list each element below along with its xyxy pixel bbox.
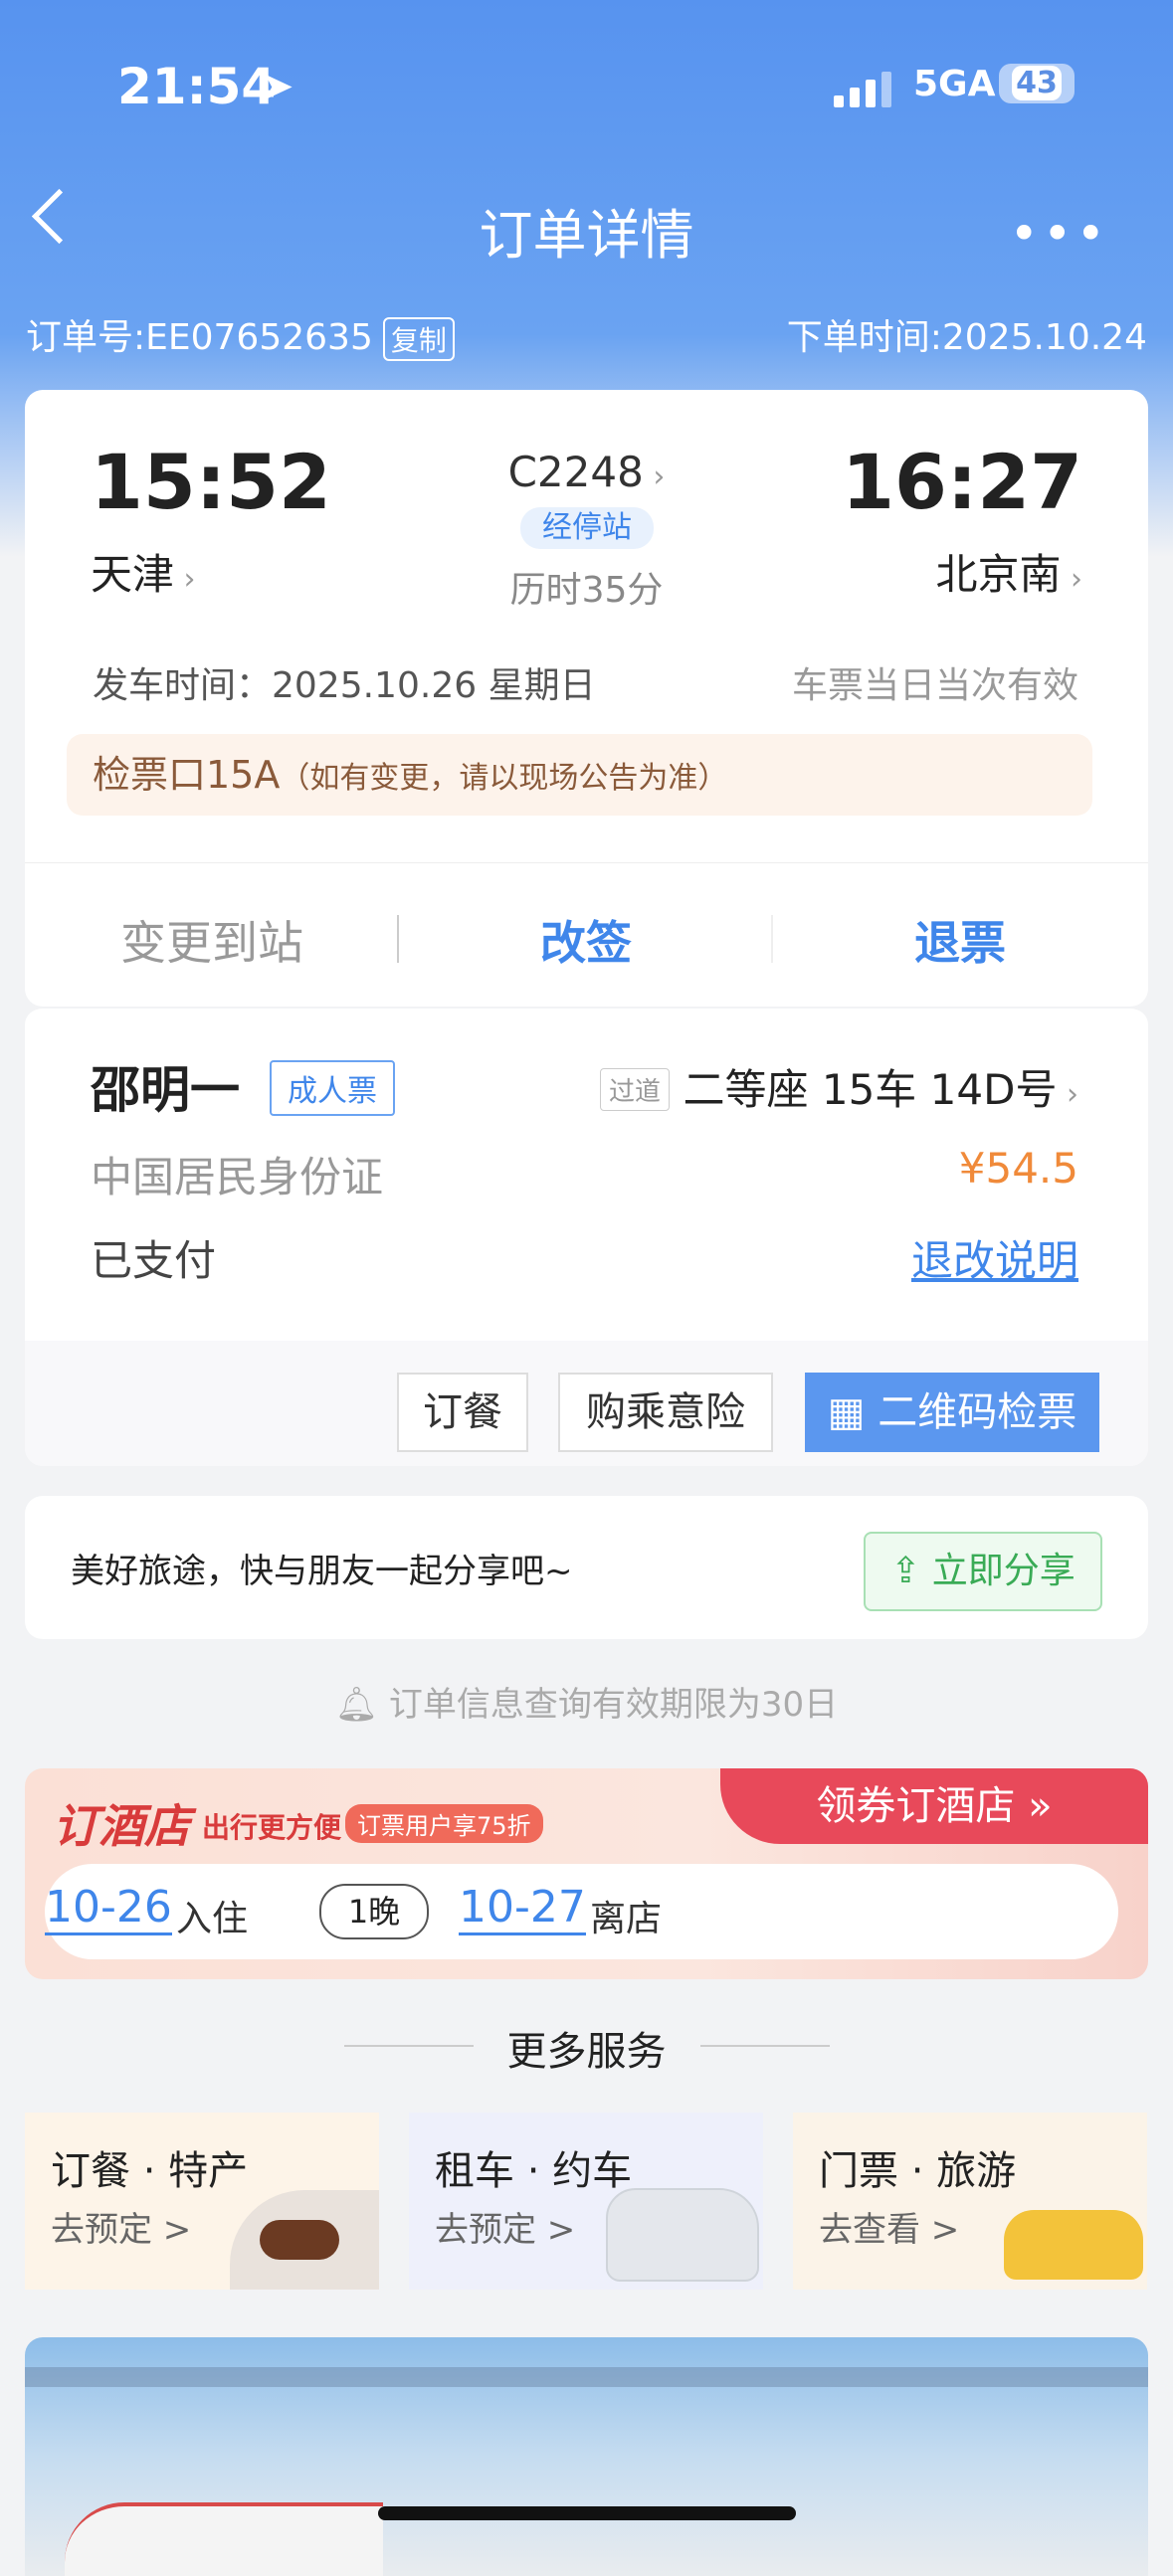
service-title: 租车 · 约车 xyxy=(435,2148,633,2194)
qr-checkin-label: 二维码检票 xyxy=(878,1389,1077,1435)
order-number-text: 订单号:EE07652635 xyxy=(26,317,373,358)
qr-checkin-button[interactable]: ▦ 二维码检票 xyxy=(805,1373,1099,1452)
validity-notice: 🔔︎ 订单信息查询有效期限为30日 xyxy=(0,1677,1173,1726)
ticket-type-badge: 成人票 xyxy=(270,1060,395,1116)
station-roof xyxy=(25,2367,1148,2387)
meal-button[interactable]: 订餐 xyxy=(397,1373,528,1452)
battery-icon: 43 xyxy=(999,64,1075,103)
duration: 历时35分 xyxy=(509,570,664,611)
more-services-title: 更多服务 xyxy=(506,2029,667,2075)
network-label: 5GA xyxy=(913,64,996,104)
page-title: 订单详情 xyxy=(479,204,694,267)
clock: 21:54 xyxy=(117,58,277,115)
refund-rules-link[interactable]: 退改说明 xyxy=(911,1227,1078,1288)
validity-note: 车票当日当次有效 xyxy=(791,665,1078,706)
gate-note: （如有变更，请以现场公告为准） xyxy=(280,761,728,796)
service-meal[interactable]: 订餐 · 特产 去预定 > xyxy=(25,2113,379,2290)
share-button-label: 立即分享 xyxy=(931,1551,1075,1591)
service-title: 订餐 · 特产 xyxy=(51,2148,249,2194)
seat-info[interactable]: 二等座 15车 14D号 › xyxy=(684,1056,1078,1117)
divider xyxy=(700,2045,830,2047)
qr-code-icon: ▦ xyxy=(827,1389,879,1435)
battery-level: 43 xyxy=(1012,66,1062,100)
seat-label: 二等座 15车 14D号 xyxy=(683,1065,1058,1114)
chevron-right-icon: › xyxy=(1057,1077,1078,1112)
ticket-price: ¥54.5 xyxy=(958,1144,1078,1193)
service-link: 去查看 > xyxy=(819,2210,960,2250)
trip-actions: 变更到站 改签 退票 xyxy=(25,862,1148,1008)
checkout-date[interactable]: 10-27 xyxy=(459,1882,586,1935)
hotel-banner[interactable]: 订酒店 出行更方便 订票用户享75折 领券订酒店 » 10-26 入住 1晚 1… xyxy=(25,1768,1148,1979)
service-link: 去预定 > xyxy=(51,2210,192,2250)
gate-label: 检票口15A xyxy=(93,753,281,797)
stops-button[interactable]: 经停站 xyxy=(520,507,654,549)
location-arrow-icon: ➤ xyxy=(261,64,294,109)
order-number: 订单号:EE07652635 复制 xyxy=(26,308,455,361)
status-bar: 21:54 ➤ 5GA 43 xyxy=(0,58,1173,117)
share-icon: ⇪ xyxy=(890,1551,932,1591)
car-image xyxy=(606,2188,759,2282)
departure-date: 发车时间：2025.10.26 星期日 xyxy=(93,665,596,706)
train-number-label: C2248 xyxy=(507,448,644,496)
gate-info: 检票口15A（如有变更，请以现场公告为准） xyxy=(67,734,1092,816)
station-banner-image[interactable] xyxy=(25,2337,1148,2576)
change-station-button[interactable]: 变更到站 xyxy=(25,907,399,973)
copy-button[interactable]: 复制 xyxy=(382,317,455,361)
food-image xyxy=(230,2190,379,2290)
taxi-image xyxy=(1004,2210,1143,2280)
payment-status: 已支付 xyxy=(91,1236,217,1285)
checkout-label: 离店 xyxy=(590,1899,663,1939)
train-image xyxy=(65,2502,383,2576)
aisle-tag: 过道 xyxy=(600,1068,671,1111)
passenger-card: 邵明一 成人票 过道 二等座 15车 14D号 › 中国居民身份证 ¥54.5 … xyxy=(25,1007,1148,1466)
validity-notice-text: 订单信息查询有效期限为30日 xyxy=(388,1685,839,1725)
trip-card: 15:52 16:27 天津 › 北京南 › C2248 › 经停站 历时35分… xyxy=(25,390,1148,1007)
nights-badge: 1晚 xyxy=(319,1884,429,1939)
service-link: 去预定 > xyxy=(435,2210,576,2250)
hotel-title: 订酒店 xyxy=(53,1799,190,1853)
insurance-button[interactable]: 购乘意险 xyxy=(558,1373,773,1452)
chevron-right-icon: › xyxy=(643,460,666,494)
signal-icon xyxy=(834,72,893,107)
hotel-subtitle: 出行更方便 xyxy=(202,1811,342,1844)
share-button[interactable]: ⇪ 立即分享 xyxy=(864,1532,1102,1611)
more-icon[interactable]: ••• xyxy=(1010,205,1109,263)
id-type: 中国居民身份证 xyxy=(91,1153,384,1201)
share-card: 美好旅途，快与朋友一起分享吧~ ⇪ 立即分享 xyxy=(25,1496,1148,1639)
passenger-name: 邵明一 xyxy=(91,1061,240,1119)
hotel-coupon-button[interactable]: 领券订酒店 » xyxy=(720,1768,1148,1844)
order-time: 下单时间:2025.10.24 xyxy=(786,317,1147,358)
train-number[interactable]: C2248 › xyxy=(25,448,1148,496)
reschedule-button[interactable]: 改签 xyxy=(399,907,773,973)
service-car[interactable]: 租车 · 约车 去预定 > xyxy=(409,2113,763,2290)
hotel-discount-tag: 订票用户享75折 xyxy=(345,1804,543,1843)
service-tour[interactable]: 门票 · 旅游 去查看 > xyxy=(793,2113,1147,2290)
refund-button[interactable]: 退票 xyxy=(773,907,1147,973)
service-title: 门票 · 旅游 xyxy=(819,2148,1017,2194)
home-indicator[interactable] xyxy=(378,2506,796,2520)
order-info-line: 订单号:EE07652635 复制 下单时间:2025.10.24 xyxy=(26,304,1147,361)
bell-icon: 🔔︎ xyxy=(334,1685,389,1725)
share-text: 美好旅途，快与朋友一起分享吧~ xyxy=(71,1552,573,1591)
checkin-label: 入住 xyxy=(176,1899,249,1939)
hotel-date-bar[interactable]: 10-26 入住 1晚 10-27 离店 xyxy=(45,1864,1118,1959)
checkin-date[interactable]: 10-26 xyxy=(45,1882,172,1935)
passenger-buttons: 订餐 购乘意险 ▦ 二维码检票 xyxy=(25,1341,1148,1466)
nav-bar: 订单详情 ••• xyxy=(0,185,1173,267)
